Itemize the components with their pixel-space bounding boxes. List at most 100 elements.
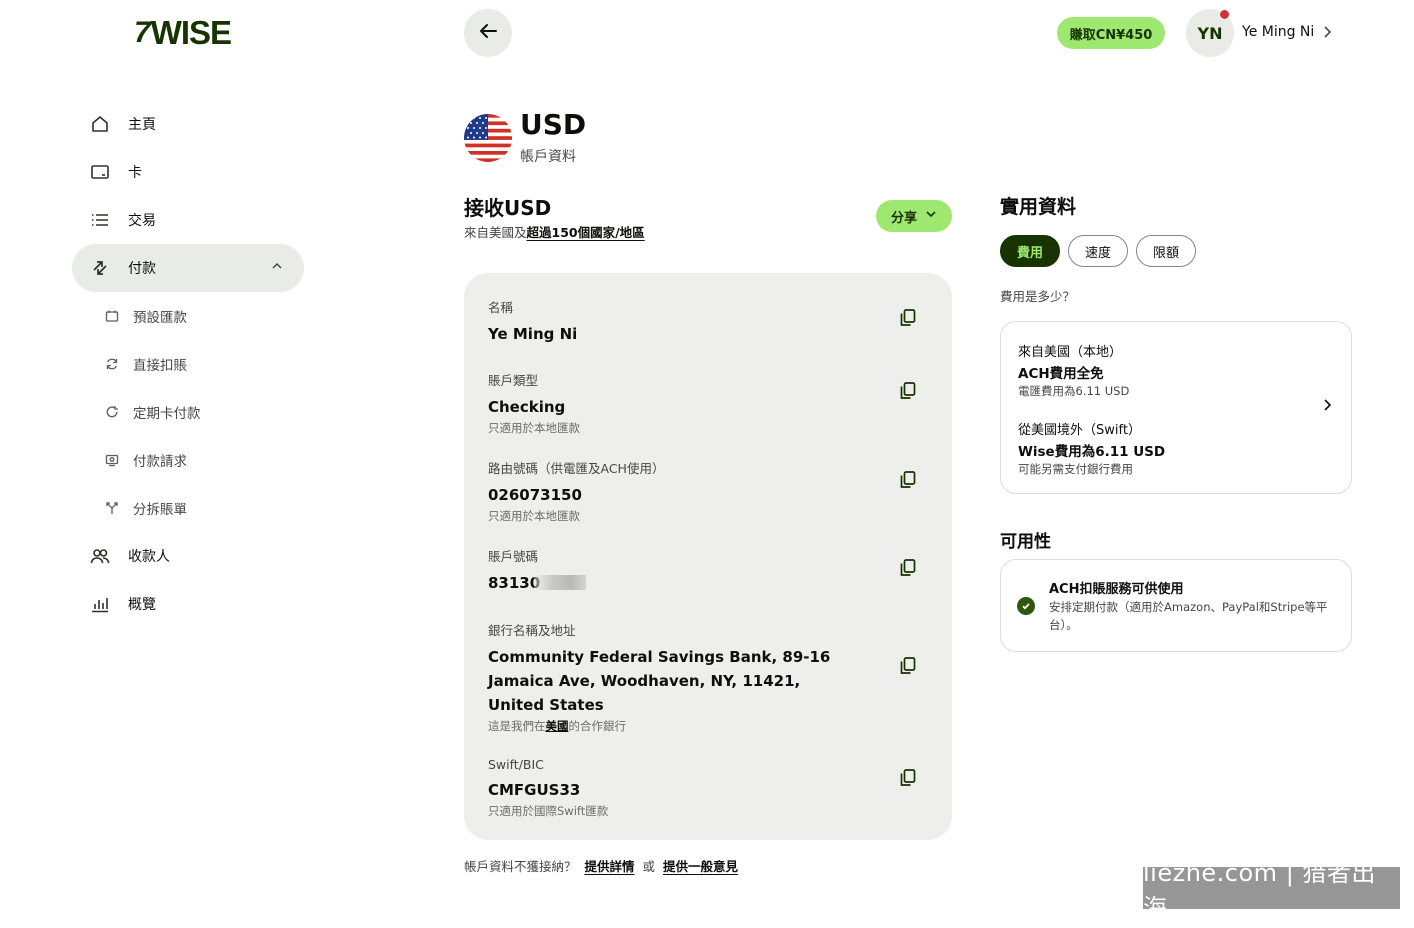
detail-value: Ye Ming Ni: [488, 325, 578, 343]
home-icon: [90, 114, 110, 134]
detail-label: 路由號碼（供電匯及ACH使用）: [488, 461, 665, 476]
countries-link[interactable]: 超過150個國家/地區: [527, 225, 645, 240]
sidebar-subitem-scheduled-transfers[interactable]: 預設匯款: [72, 292, 304, 340]
insights-icon: [90, 594, 110, 614]
sidebar-item-recipients[interactable]: 收款人: [72, 532, 304, 580]
us-flag-icon: [464, 114, 512, 162]
chevron-down-icon: [925, 208, 937, 224]
copy-icon[interactable]: [898, 381, 918, 401]
redaction-blur: [534, 575, 587, 590]
account-number-visible: 83130: [488, 574, 541, 592]
currency-code: USD: [520, 108, 587, 141]
calendar-icon: [104, 308, 120, 324]
fee-question: 費用是多少？: [1000, 289, 1076, 304]
watermark: liezhe.com | 猎者出海: [1143, 859, 1400, 922]
country-link[interactable]: 美國: [546, 719, 569, 733]
back-button[interactable]: [464, 9, 512, 57]
sidebar-item-payments[interactable]: 付款: [72, 244, 304, 292]
receive-subtitle-text: 來自美國及: [464, 225, 527, 240]
detail-value: Community Federal Savings Bank, 89-16 Ja…: [488, 648, 831, 714]
recurring-icon: [104, 404, 120, 420]
detail-value: 83130: [488, 571, 888, 595]
sidebar-subitem-split-bill[interactable]: 分拆賬單: [72, 484, 304, 532]
sidebar-item-label: 付款: [128, 261, 156, 277]
sidebar-item-home[interactable]: 主頁: [72, 100, 304, 148]
copy-icon[interactable]: [898, 768, 918, 788]
fee-local-note: 電匯費用為6.11 USD: [1018, 384, 1130, 398]
chevron-right-icon: [1321, 397, 1333, 417]
tab-limits[interactable]: 限額: [1136, 235, 1197, 267]
check-circle-icon: [1017, 597, 1035, 615]
sidebar-subitem-recurring-card-payments[interactable]: 定期卡付款: [72, 388, 304, 436]
sidebar-item-transactions[interactable]: 交易: [72, 196, 304, 244]
copy-icon[interactable]: [898, 558, 918, 578]
info-tabs: 費用 速度 限額: [1000, 235, 1197, 267]
chevron-right-icon[interactable]: [1321, 24, 1333, 44]
detail-name: 名稱 Ye Ming Ni: [488, 297, 888, 346]
chevron-up-icon: [270, 259, 284, 277]
tab-speed[interactable]: 速度: [1068, 235, 1129, 267]
availability-title: 可用性: [1000, 532, 1051, 552]
sidebar-item-label: 收款人: [128, 549, 170, 565]
feedback-or: 或: [642, 859, 656, 874]
useful-info-title: 實用資料: [1000, 196, 1077, 218]
sidebar-item-label: 交易: [128, 213, 156, 229]
feedback-prefix: 帳戶資料不獲接納？: [464, 859, 577, 874]
share-button[interactable]: 分享: [876, 200, 952, 232]
detail-swift: Swift/BIC CMFGUS33 只適用於國際Swift匯款: [488, 757, 888, 819]
general-feedback-link[interactable]: 提供一般意見: [663, 859, 738, 874]
provide-details-link[interactable]: 提供詳情: [585, 859, 635, 874]
bank-note-prefix: 這是我們在: [488, 719, 546, 733]
currency-subtitle: 帳戶資料: [520, 149, 576, 165]
copy-icon[interactable]: [898, 470, 918, 490]
detail-value: 026073150: [488, 486, 582, 504]
sidebar-subitem-label: 預設匯款: [133, 310, 187, 326]
detail-label: 名稱: [488, 300, 514, 315]
payments-icon: [90, 258, 110, 278]
detail-note: 只適用於本地匯款: [488, 509, 580, 523]
detail-note: 只適用於國際Swift匯款: [488, 804, 609, 818]
request-icon: [104, 452, 120, 468]
fees-card[interactable]: 來自美國（本地） ACH費用全免 電匯費用為6.11 USD 從美國境外（Swi…: [1000, 321, 1352, 494]
detail-value: CMFGUS33: [488, 781, 581, 799]
logo-mark: 7: [134, 16, 151, 49]
bank-note-suffix: 的合作銀行: [568, 719, 627, 733]
wise-logo[interactable]: 7 WISE: [134, 14, 232, 52]
sidebar-subitem-direct-debits[interactable]: 直接扣賬: [72, 340, 304, 388]
receive-title: 接收USD: [464, 196, 552, 220]
notification-dot: [1219, 9, 1230, 20]
receive-subtitle: 來自美國及超過150個國家/地區: [464, 222, 645, 241]
avatar-initials: YN: [1197, 23, 1223, 43]
detail-label: 銀行名稱及地址: [488, 623, 576, 638]
availability-card: ACH扣賬服務可供使用 安排定期付款（適用於Amazon、PayPal和Stri…: [1000, 559, 1352, 652]
sidebar-subitem-label: 定期卡付款: [133, 406, 201, 422]
detail-bank: 銀行名稱及地址 Community Federal Savings Bank, …: [488, 620, 838, 734]
copy-icon[interactable]: [898, 656, 918, 676]
tab-fees[interactable]: 費用: [1000, 235, 1061, 267]
fee-intl-title: 從美國境外（Swift）: [1018, 423, 1141, 438]
sidebar-item-label: 概覽: [128, 597, 156, 613]
sidebar-item-label: 卡: [128, 165, 142, 181]
fee-intl-value: Wise費用為6.11 USD: [1018, 444, 1166, 460]
detail-account-number: 賬戶號碼 83130: [488, 546, 888, 595]
list-icon: [90, 210, 110, 230]
detail-account-type: 賬戶類型 Checking 只適用於本地匯款: [488, 370, 888, 436]
sidebar-subitem-payment-requests[interactable]: 付款請求: [72, 436, 304, 484]
avatar[interactable]: YN: [1186, 9, 1234, 57]
card-icon: [90, 162, 110, 182]
fee-local-value: ACH費用全免: [1018, 366, 1104, 382]
earn-referral-button[interactable]: 賺取CN¥450: [1057, 17, 1165, 49]
detail-label: 賬戶類型: [488, 373, 539, 388]
detail-note: 這是我們在美國的合作銀行: [488, 718, 838, 734]
detail-note: 只適用於本地匯款: [488, 421, 580, 435]
sidebar-item-insights[interactable]: 概覽: [72, 580, 304, 628]
split-icon: [104, 500, 120, 516]
account-details-card: 名稱 Ye Ming Ni 賬戶類型 Checking 只適用於本地匯款 路由號…: [464, 273, 952, 840]
copy-icon[interactable]: [898, 308, 918, 328]
sidebar-item-label: 主頁: [128, 117, 156, 133]
user-name[interactable]: Ye Ming Ni: [1242, 24, 1314, 40]
detail-value: Checking: [488, 398, 566, 416]
recipients-icon: [90, 546, 110, 566]
logo-wordmark: WISE: [150, 14, 232, 51]
sidebar-item-card[interactable]: 卡: [72, 148, 304, 196]
